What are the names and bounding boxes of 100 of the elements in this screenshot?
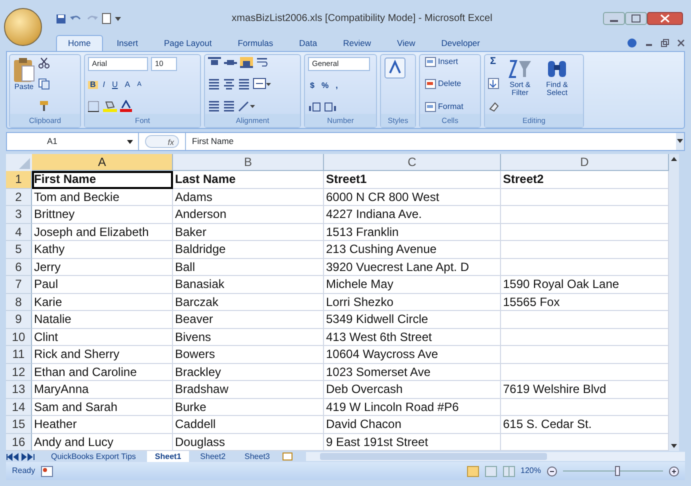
- insert-function-button[interactable]: fx: [145, 135, 179, 148]
- styles-icon: [384, 56, 406, 79]
- ribbon-tab[interactable]: Data: [287, 35, 330, 51]
- minimize-icon[interactable]: [603, 12, 625, 26]
- zoom-in-icon[interactable]: [669, 466, 679, 477]
- table-cell: Banasiak: [173, 276, 324, 294]
- row-header[interactable]: 1: [6, 171, 32, 189]
- align-right-icon[interactable]: [238, 78, 250, 90]
- bottom-align-icon[interactable]: [240, 56, 253, 68]
- save-icon[interactable]: [56, 14, 66, 24]
- top-align-icon[interactable]: [208, 56, 221, 68]
- table-cell: Heather: [32, 416, 173, 434]
- sheet-tab[interactable]: Sheet1: [146, 451, 190, 462]
- table-cell: Kathy: [32, 241, 173, 259]
- column-header[interactable]: C: [324, 154, 501, 172]
- office-button[interactable]: [4, 8, 42, 46]
- delete-cells-icon: [425, 79, 436, 90]
- caret-icon[interactable]: [127, 140, 133, 144]
- insert-sheet-icon[interactable]: [280, 452, 295, 462]
- ribbon-tab[interactable]: Formulas: [226, 35, 286, 51]
- table-cell: Last Name: [173, 171, 324, 189]
- row-header[interactable]: 16: [6, 434, 32, 452]
- delete-button[interactable]: Delete: [423, 79, 466, 90]
- insert-button[interactable]: Insert: [423, 56, 466, 67]
- paintbrush-icon[interactable]: [38, 100, 50, 112]
- ribbon-tab[interactable]: View: [384, 35, 428, 51]
- new-document-icon[interactable]: [102, 13, 111, 24]
- row-header[interactable]: 15: [6, 416, 32, 434]
- row-header[interactable]: 12: [6, 364, 32, 382]
- increase-indent-icon[interactable]: [223, 100, 235, 112]
- macro-record-icon[interactable]: [41, 466, 54, 477]
- merge-cells-icon[interactable]: [253, 78, 271, 90]
- name-box[interactable]: A1: [47, 135, 127, 148]
- table-cell: Tom and Beckie: [32, 188, 173, 206]
- row-header[interactable]: 8: [6, 294, 32, 312]
- align-left-icon[interactable]: [208, 78, 220, 90]
- row-header[interactable]: 10: [6, 328, 32, 346]
- help-icon[interactable]: [627, 38, 637, 48]
- wrap-text-icon[interactable]: [256, 56, 269, 68]
- scroll-up-icon[interactable]: [671, 157, 677, 162]
- align-center-icon[interactable]: [223, 78, 235, 90]
- borders-icon[interactable]: [88, 100, 100, 112]
- formula-input[interactable]: First Name: [192, 135, 234, 148]
- row-header[interactable]: 9: [6, 311, 32, 329]
- table-cell: 6000 N CR 800 West: [324, 188, 501, 206]
- row-header[interactable]: 3: [6, 206, 32, 224]
- ribbon-tab[interactable]: Home: [56, 35, 103, 51]
- autosum-button[interactable]: Σ: [488, 56, 500, 67]
- zoom-out-icon[interactable]: [547, 466, 557, 477]
- column-header[interactable]: D: [501, 154, 669, 172]
- bold-button[interactable]: B: [88, 81, 98, 90]
- row-header[interactable]: 14: [6, 398, 32, 416]
- table-cell: Joseph and Elizabeth: [32, 224, 173, 242]
- ribbon-tab[interactable]: Page Layout: [152, 35, 224, 51]
- restore-icon[interactable]: [661, 38, 669, 47]
- comma-button[interactable]: ,: [334, 82, 340, 90]
- row-header[interactable]: 4: [6, 224, 32, 242]
- font-color-icon[interactable]: [120, 100, 132, 112]
- row-header[interactable]: 5: [6, 241, 32, 259]
- fill-icon[interactable]: [488, 78, 500, 90]
- format-button[interactable]: Format: [423, 102, 466, 112]
- zoom-level[interactable]: 120%: [520, 465, 541, 478]
- orientation-icon[interactable]: [238, 100, 256, 112]
- currency-button[interactable]: $: [308, 82, 316, 90]
- close-icon[interactable]: [647, 12, 683, 26]
- vertical-scrollbar[interactable]: [669, 154, 679, 452]
- row-header[interactable]: 13: [6, 381, 32, 399]
- table-cell: Barczak: [173, 294, 324, 312]
- status-text: Ready: [12, 465, 36, 478]
- caret-icon[interactable]: [115, 16, 121, 22]
- row-header[interactable]: 7: [6, 276, 32, 294]
- decrease-indent-icon[interactable]: [208, 100, 220, 112]
- underline-button[interactable]: U: [110, 81, 120, 90]
- horizontal-scrollbar[interactable]: [306, 452, 685, 462]
- grow-font-button[interactable]: A: [122, 81, 132, 90]
- ribbon-tab[interactable]: Review: [331, 35, 383, 51]
- scissors-icon[interactable]: [38, 56, 50, 69]
- table-cell: 413 West 6th Street: [324, 328, 501, 346]
- close-icon[interactable]: [677, 38, 685, 47]
- table-cell: Paul: [32, 276, 173, 294]
- row-header[interactable]: 6: [6, 258, 32, 276]
- row-header[interactable]: 2: [6, 188, 32, 206]
- column-header[interactable]: B: [173, 154, 324, 172]
- row-header[interactable]: 11: [6, 346, 32, 364]
- scroll-down-icon[interactable]: [671, 444, 677, 448]
- copy-icon[interactable]: [38, 78, 50, 90]
- ribbon-tab[interactable]: Insert: [104, 35, 150, 51]
- slider-thumb[interactable]: [615, 466, 620, 476]
- decrease-decimal-icon[interactable]: [324, 101, 337, 112]
- percent-button[interactable]: %: [319, 82, 331, 90]
- table-cell: Ball: [173, 258, 324, 276]
- expand-icon[interactable]: [676, 133, 684, 150]
- table-cell: Karie: [32, 294, 173, 312]
- ribbon-tab[interactable]: Developer: [429, 35, 492, 51]
- column-header[interactable]: A: [32, 154, 173, 172]
- italic-button[interactable]: I: [100, 81, 108, 90]
- increase-decimal-icon[interactable]: [308, 101, 321, 112]
- table-cell: Rick and Sherry: [32, 346, 173, 364]
- fill-color-icon[interactable]: [103, 100, 117, 112]
- maximize-icon[interactable]: [625, 12, 647, 26]
